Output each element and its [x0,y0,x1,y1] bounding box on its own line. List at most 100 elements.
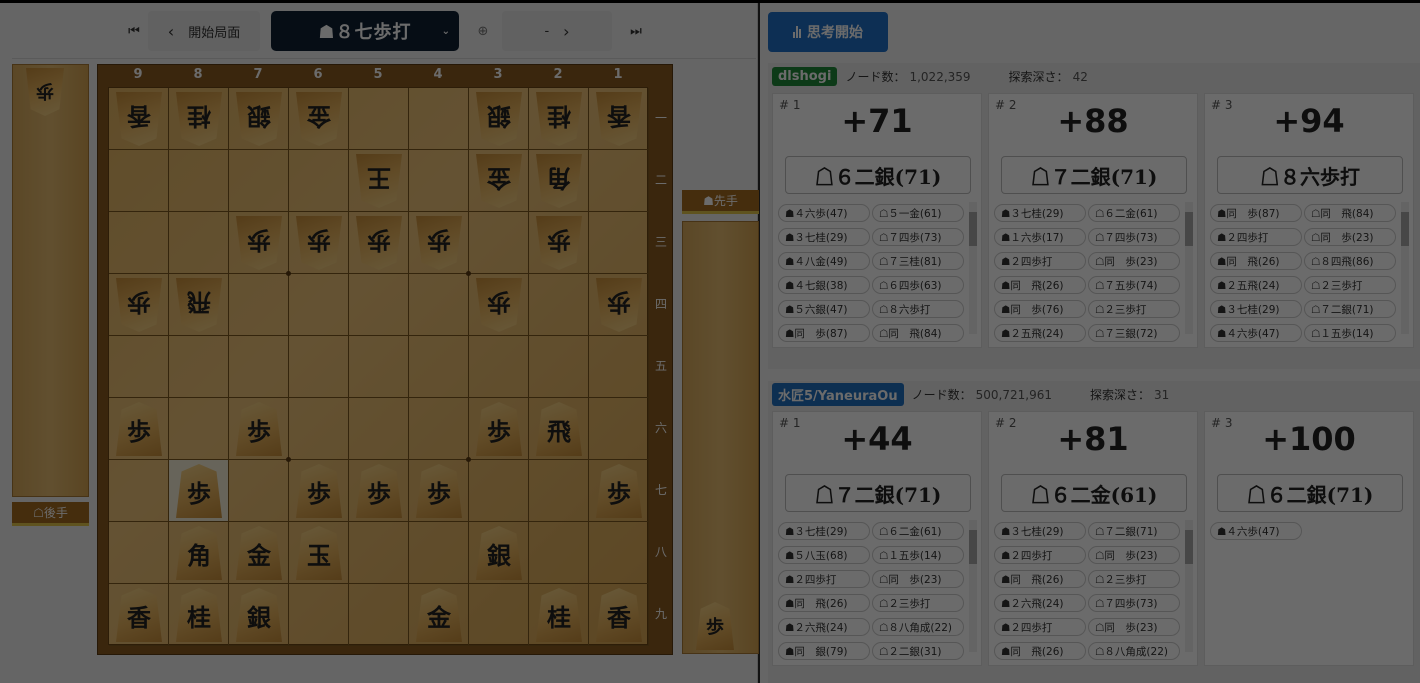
pv-move[interactable]: ☗２四歩打 [994,546,1086,564]
pv-move[interactable]: ☖２三歩打 [1088,300,1180,318]
board-square[interactable] [289,398,349,460]
shogi-piece-gote[interactable]: 香 [596,92,642,146]
shogi-piece-gote[interactable]: 角 [536,154,582,208]
shogi-piece-gote[interactable]: 歩 [476,278,522,332]
shogi-piece-sente[interactable]: 歩 [416,464,462,518]
shogi-piece-gote[interactable]: 歩 [116,278,162,332]
pv-move[interactable]: ☖同 歩(23) [1304,228,1396,246]
pv-move[interactable]: ☖６四歩(63) [872,276,964,294]
pv-scrollbar[interactable] [1185,520,1193,652]
shogi-piece-sente[interactable]: 金 [416,588,462,642]
pv-move[interactable]: ☖同 歩(23) [1088,546,1180,564]
pv-move[interactable]: ☖同 飛(84) [1304,204,1396,222]
shogi-piece-gote[interactable]: 歩 [596,278,642,332]
board-square[interactable] [589,398,649,460]
pv-move[interactable]: ☖同 歩(23) [1088,252,1180,270]
board-square[interactable] [289,584,349,646]
pv-move[interactable]: ☗５六銀(47) [778,300,870,318]
pv-move[interactable]: ☗２六飛(24) [778,618,870,636]
pv-best-move[interactable]: ☖６二金(61) [1001,474,1187,512]
pv-move[interactable]: ☗４八金(49) [778,252,870,270]
pv-move[interactable]: ☗１六歩(17) [994,228,1086,246]
pv-move[interactable]: ☗４六歩(47) [1210,522,1302,540]
pv-move[interactable]: ☗３七桂(29) [778,522,870,540]
next-move-button[interactable]: - › [502,11,612,51]
pv-move[interactable]: ☗２五飛(24) [1210,276,1302,294]
board-square[interactable] [469,212,529,274]
pv-move[interactable]: ☗４七銀(38) [778,276,870,294]
board-square[interactable] [229,274,289,336]
board-square[interactable] [169,398,229,460]
hand-piece-gote[interactable]: 歩 [26,68,64,116]
shogi-piece-gote[interactable]: 歩 [536,216,582,270]
shogi-piece-sente[interactable]: 歩 [476,402,522,456]
board-square[interactable] [589,212,649,274]
board-square[interactable] [349,88,409,150]
board-square[interactable] [349,398,409,460]
pv-move[interactable]: ☖７二銀(71) [1304,300,1396,318]
shogi-piece-gote[interactable]: 銀 [476,92,522,146]
board-square[interactable] [409,88,469,150]
move-select[interactable]: ☗８七歩打 ⌄ [271,11,459,51]
shogi-piece-gote[interactable]: 香 [116,92,162,146]
pv-move[interactable]: ☗同 飛(26) [994,642,1086,660]
shogi-piece-gote[interactable]: 桂 [536,92,582,146]
board-square[interactable] [409,274,469,336]
shogi-piece-sente[interactable]: 玉 [296,526,342,580]
pv-move[interactable]: ☗３七桂(29) [1210,300,1302,318]
prev-move-button[interactable]: ‹ 開始局面 [148,11,260,51]
first-move-icon[interactable]: ⏮ [122,11,146,51]
board-square[interactable] [229,336,289,398]
shogi-piece-sente[interactable]: 金 [236,526,282,580]
shogi-piece-gote[interactable]: 王 [356,154,402,208]
shogi-piece-sente[interactable]: 銀 [476,526,522,580]
board-square[interactable] [109,460,169,522]
board-square[interactable] [169,150,229,212]
start-thinking-button[interactable]: 思考開始 [768,12,888,52]
shogi-piece-gote[interactable]: 桂 [176,92,222,146]
shogi-piece-sente[interactable]: 桂 [536,588,582,642]
pv-move[interactable]: ☖８八角成(22) [1088,642,1180,660]
shogi-piece-sente[interactable]: 香 [116,588,162,642]
pv-best-move[interactable]: ☖６二銀(71) [785,156,971,194]
board-square[interactable] [469,584,529,646]
pv-move[interactable]: ☖７二銀(71) [1088,522,1180,540]
pv-move[interactable]: ☖７三桂(81) [872,252,964,270]
shogi-piece-gote[interactable]: 歩 [296,216,342,270]
pv-move[interactable]: ☖７五歩(74) [1088,276,1180,294]
shogi-piece-sente[interactable]: 歩 [296,464,342,518]
board-square[interactable] [589,522,649,584]
pv-move[interactable]: ☖１五歩(14) [872,546,964,564]
pv-scrollbar[interactable] [1401,202,1409,334]
board-square[interactable] [409,522,469,584]
pv-move[interactable]: ☗３七桂(29) [994,522,1086,540]
board-square[interactable] [529,460,589,522]
pv-move[interactable]: ☗４六歩(47) [1210,324,1302,342]
shogi-piece-gote[interactable]: 銀 [236,92,282,146]
shogi-piece-gote[interactable]: 飛 [176,278,222,332]
pv-scrollbar[interactable] [1185,202,1193,334]
pv-move[interactable]: ☗２四歩打 [994,618,1086,636]
pv-move[interactable]: ☗同 飛(26) [994,570,1086,588]
pv-move[interactable]: ☗３七桂(29) [994,204,1086,222]
pv-move[interactable]: ☖同 歩(23) [1088,618,1180,636]
pv-move[interactable]: ☖２三歩打 [1088,570,1180,588]
board-square[interactable] [469,336,529,398]
shogi-piece-gote[interactable]: 歩 [236,216,282,270]
board-square[interactable] [349,522,409,584]
shogi-piece-gote[interactable]: 金 [476,154,522,208]
pv-move[interactable]: ☖６二金(61) [872,522,964,540]
pv-move[interactable]: ☖２三歩打 [1304,276,1396,294]
board-square[interactable] [589,150,649,212]
board-square[interactable] [289,150,349,212]
board-square[interactable] [109,150,169,212]
pv-move[interactable]: ☖７四歩(73) [1088,594,1180,612]
pv-move[interactable]: ☗５八玉(68) [778,546,870,564]
board-square[interactable] [529,336,589,398]
board-square[interactable] [409,398,469,460]
pv-move[interactable]: ☗同 歩(87) [1210,204,1302,222]
shogi-piece-sente[interactable]: 歩 [356,464,402,518]
pv-scroll-thumb[interactable] [969,212,977,246]
pv-move[interactable]: ☖６二金(61) [1088,204,1180,222]
pv-move[interactable]: ☖７四歩(73) [872,228,964,246]
